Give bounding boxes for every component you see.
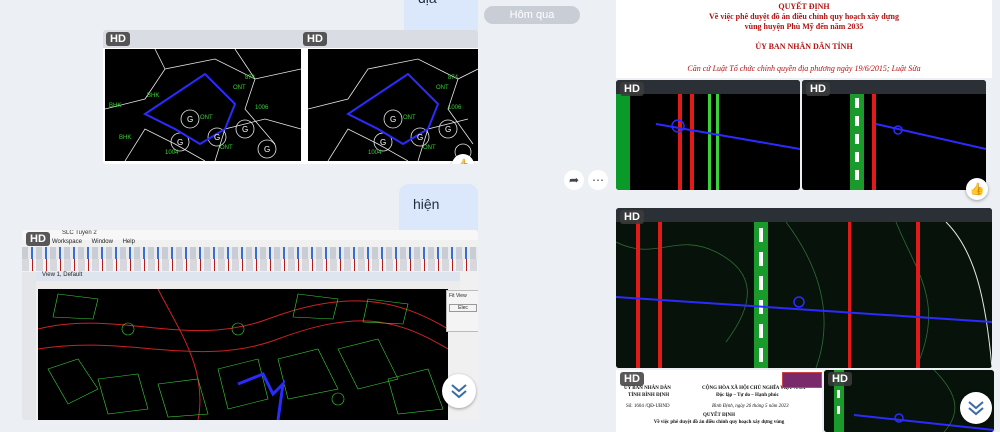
svg-text:ONT: ONT [220, 145, 233, 151]
panel-title: Fit View [449, 293, 467, 299]
image-attachment-cad-road-1[interactable]: HD [616, 80, 800, 190]
image-attachment-cad-road-2[interactable]: HD [802, 80, 986, 190]
svg-text:G: G [390, 115, 396, 124]
svg-text:BHK: BHK [109, 103, 121, 109]
cad-toolbar [616, 208, 992, 222]
image-attachment-cad-parcels[interactable]: HD HD BHK BHK BHK ONT ONT ONT 1004 874 1006 G G… [103, 30, 478, 164]
hd-badge: HD [828, 372, 852, 386]
doc-right-head2: Độc lập – Tự do – Hạnh phúc [716, 393, 779, 398]
doc-line1: Về việc phê duyệt đồ án điều chỉnh quy h… [709, 12, 899, 21]
cad-view-canvas [38, 289, 448, 420]
toolbar-row-2 [22, 259, 478, 271]
toolbar-row-1 [22, 247, 478, 259]
view-toolbar [36, 281, 460, 289]
svg-text:1004: 1004 [165, 150, 179, 156]
document-decision-1604[interactable]: HD ỦY BAN NHÂN DÂN TỈNH BÌNH ĐỊNH Số: 16… [616, 370, 822, 432]
doc-line2: vùng huyện Phù Mỹ đến năm 2035 [744, 22, 864, 31]
app-title: SLC Tuyền 2 [62, 230, 97, 236]
doc-subtitle-bottom: Về việc phê duyệt đồ án điều chỉnh quy h… [653, 420, 785, 425]
hd-badge: HD [620, 210, 644, 224]
hd-badge: HD [26, 232, 50, 246]
svg-text:1004: 1004 [368, 150, 382, 156]
svg-text:ONT: ONT [423, 145, 436, 151]
svg-text:G: G [264, 145, 270, 154]
view-title: View 1, Default [42, 272, 83, 278]
cad-road-drawing [616, 94, 800, 190]
date-pill-text: Hôm qua [509, 9, 555, 21]
svg-text:G: G [380, 138, 386, 147]
hd-badge: HD [620, 82, 644, 96]
menu-workspace[interactable]: Workspace [52, 239, 82, 245]
svg-text:G: G [187, 115, 193, 124]
date-separator-pill: Hôm qua [484, 6, 580, 24]
svg-text:1006: 1006 [448, 105, 462, 111]
svg-text:G: G [445, 125, 451, 134]
svg-text:874: 874 [448, 75, 459, 81]
scroll-down-button[interactable] [442, 374, 476, 408]
svg-text:874: 874 [245, 75, 256, 81]
ellipsis-icon: ⋯ [592, 173, 604, 187]
svg-text:G: G [417, 133, 423, 142]
menu-window[interactable]: Window [92, 239, 113, 245]
svg-text:G: G [214, 133, 220, 142]
forward-button[interactable]: ➦ [564, 170, 584, 190]
hd-badge: HD [620, 372, 644, 386]
svg-text:ONT: ONT [200, 115, 213, 121]
svg-text:BHK: BHK [147, 93, 159, 99]
menu-bar: Workspace Window Help [52, 239, 135, 245]
svg-text:ONT: ONT [403, 115, 416, 121]
like-button[interactable]: 👍 [966, 178, 988, 200]
image-attachment-microstation[interactable]: HD SLC Tuyền 2 Workspace Window Help Vie… [22, 230, 478, 420]
double-chevron-down-icon [968, 401, 984, 416]
hd-badge: HD [806, 82, 830, 96]
more-options-button[interactable]: ⋯ [588, 170, 608, 190]
right-chat-pane: QUYẾT ĐỊNH Về việc phê duyệt đồ án điều … [614, 0, 1000, 432]
view-title-bar: View 1, Default [36, 272, 460, 281]
doc-left-head2: TỈNH BÌNH ĐỊNH [628, 393, 670, 398]
hd-badge: HD [106, 32, 130, 46]
doc-number: Số: 1604 /QĐ-UBND [626, 404, 670, 409]
svg-text:ONT: ONT [436, 85, 449, 91]
cad-parcel-map-left: BHK BHK BHK ONT ONT ONT 1004 874 1006 G G G G G [105, 49, 301, 161]
svg-text:BHK: BHK [119, 135, 131, 141]
svg-text:G: G [177, 138, 183, 147]
scroll-down-button[interactable] [960, 392, 992, 424]
image-attachment-cad-road-large[interactable]: HD [616, 208, 992, 368]
middle-chat-pane: Hôm qua ➦ ⋯ [478, 0, 614, 432]
thumbs-up-icon: 👍 [456, 158, 471, 164]
svg-text:1006: 1006 [255, 105, 269, 111]
cad-toolbar [103, 30, 478, 48]
image-attachment-cad-small[interactable]: HD [824, 370, 994, 432]
doc-basis: Căn cứ Luật Tổ chức chính quyền địa phươ… [687, 64, 921, 73]
left-tool-strip [22, 272, 36, 420]
double-chevron-down-icon [451, 384, 467, 399]
cad-road-drawing [850, 94, 986, 190]
cad-parcel-map-right: ONT ONT ONT 1004 874 1006 G G G G [308, 49, 478, 161]
svg-text:ONT: ONT [233, 85, 246, 91]
share-arrow-icon: ➦ [568, 173, 580, 187]
left-chat-pane: địa chính HD HD BHKBHKBHK ONTONTONT 1004… [0, 0, 478, 432]
panel-button[interactable]: Elec [449, 304, 477, 312]
fit-view-panel: Fit View Elec [446, 290, 478, 332]
doc-title: QUYẾT ĐỊNH [778, 2, 830, 11]
cad-road-drawing [616, 222, 992, 368]
doc-left-head1: ỦY BAN NHÂN DÂN [624, 386, 671, 391]
doc-date: Bình Định, ngày 26 tháng 5 năm 2023 [712, 404, 789, 409]
doc-committee: ỦY BAN NHÂN DÂN TỈNH [755, 42, 853, 51]
thumbs-up-icon: 👍 [969, 182, 985, 196]
svg-text:G: G [242, 125, 248, 134]
doc-title-bottom: QUYẾT ĐỊNH [703, 413, 735, 418]
menu-help[interactable]: Help [123, 239, 135, 245]
stamp-box [782, 372, 822, 388]
document-decision-header[interactable]: QUYẾT ĐỊNH Về việc phê duyệt đồ án điều … [616, 0, 992, 78]
hd-badge: HD [303, 32, 327, 46]
